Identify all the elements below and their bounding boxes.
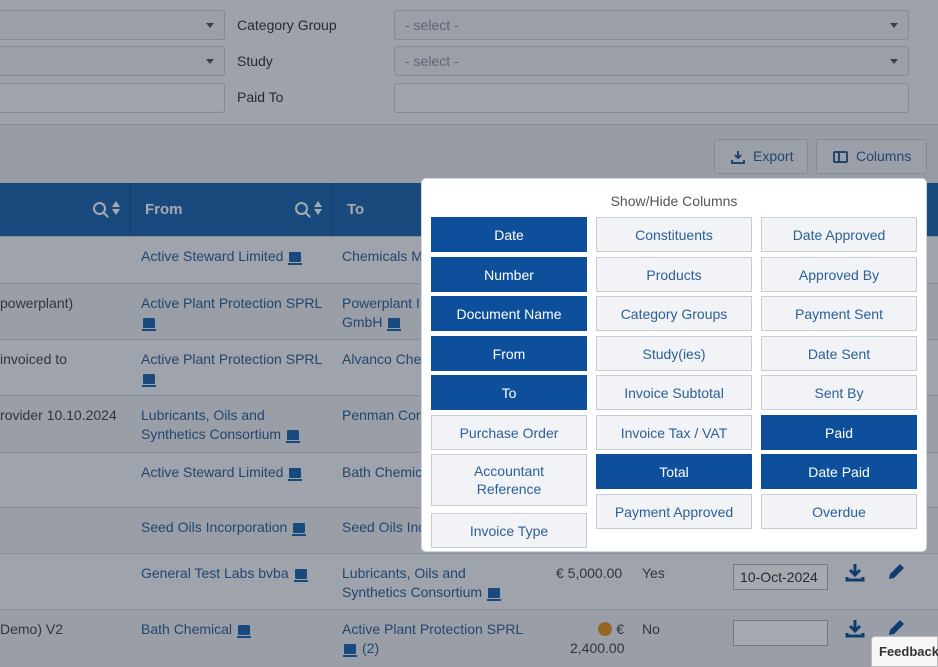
column-toggle-date[interactable]: Date <box>431 217 587 252</box>
column-toggle-constituents[interactable]: Constituents <box>596 217 752 252</box>
popup-title: Show/Hide Columns <box>610 193 738 209</box>
column-toggle-products[interactable]: Products <box>596 257 752 292</box>
column-toggle-purchase-order[interactable]: Purchase Order <box>431 415 587 450</box>
column-toggle-category-groups[interactable]: Category Groups <box>596 296 752 331</box>
column-toggle-number[interactable]: Number <box>431 257 587 292</box>
column-toggle-date-sent[interactable]: Date Sent <box>761 336 917 371</box>
column-toggle-total[interactable]: Total <box>596 454 752 489</box>
column-toggle-date-paid[interactable]: Date Paid <box>761 454 917 489</box>
column-toggle-invoice-tax-vat[interactable]: Invoice Tax / VAT <box>596 415 752 450</box>
column-toggle-study-ies[interactable]: Study(ies) <box>596 336 752 371</box>
column-toggle-to[interactable]: To <box>431 375 587 410</box>
column-toggle-paid[interactable]: Paid <box>761 415 917 450</box>
show-hide-columns-popup: Show/Hide Columns Date Constituents Date A… <box>421 178 927 552</box>
feedback-button[interactable]: Feedback <box>871 636 938 667</box>
column-toggle-from[interactable]: From <box>431 336 587 371</box>
column-toggle-invoice-type[interactable]: Invoice Type <box>431 513 587 548</box>
column-toggle-sent-by[interactable]: Sent By <box>761 375 917 410</box>
column-toggle-document-name[interactable]: Document Name <box>431 296 587 331</box>
column-toggle-approved-by[interactable]: Approved By <box>761 257 917 292</box>
column-toggle-date-approved[interactable]: Date Approved <box>761 217 917 252</box>
column-toggle-overdue[interactable]: Overdue <box>761 494 917 529</box>
column-toggle-invoice-subtotal[interactable]: Invoice Subtotal <box>596 375 752 410</box>
column-toggle-payment-sent[interactable]: Payment Sent <box>761 296 917 331</box>
column-toggle-payment-approved[interactable]: Payment Approved <box>596 494 752 529</box>
column-toggle-accountant-reference[interactable]: Accountant Reference <box>431 454 587 506</box>
